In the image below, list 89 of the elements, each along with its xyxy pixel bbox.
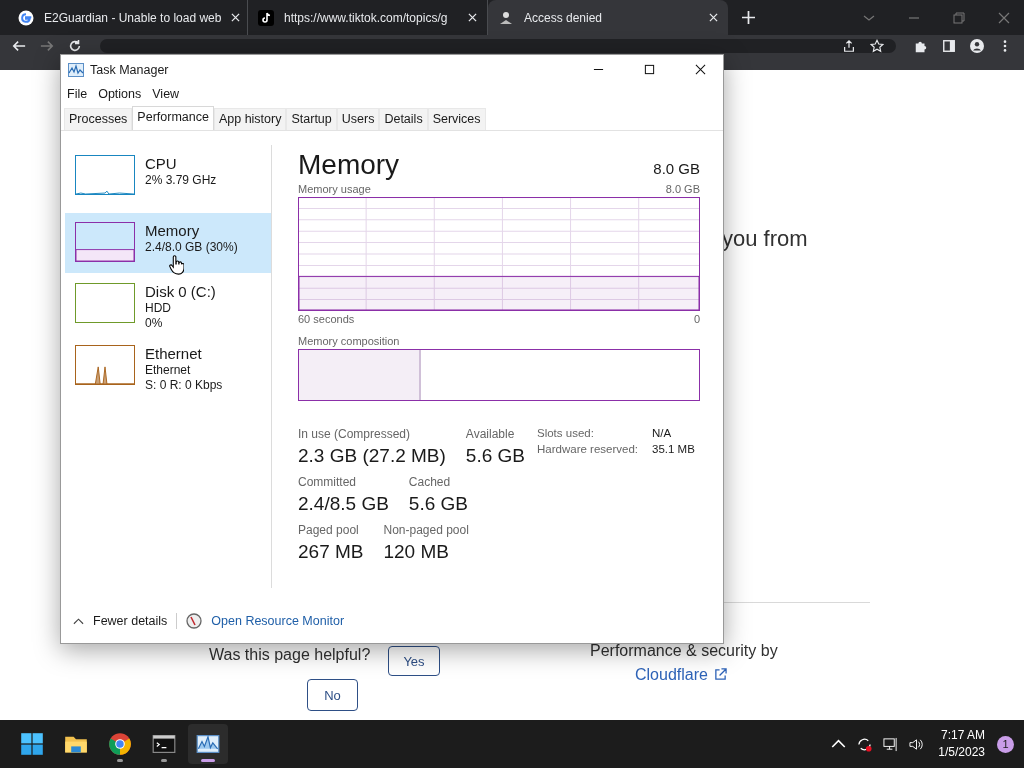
stat-value: 120 MB: [383, 541, 450, 563]
taskbar-app[interactable]: [188, 724, 228, 764]
resource-monitor-link[interactable]: Open Resource Monitor: [211, 614, 345, 628]
external-link-icon[interactable]: [714, 668, 727, 681]
chevron-up-icon[interactable]: [73, 617, 84, 625]
browser-tab[interactable]: Access denied: [488, 0, 728, 35]
close-icon[interactable]: [695, 64, 706, 75]
no-button[interactable]: No: [307, 679, 358, 711]
chrome-icon: [108, 732, 132, 756]
section-title: Memory: [298, 149, 400, 181]
new-tab-icon[interactable]: [742, 11, 755, 24]
graph-max: 8.0 GB: [665, 183, 700, 195]
menu-item[interactable]: View: [152, 87, 180, 101]
tab[interactable]: Details: [379, 108, 428, 130]
resource-name: CPU: [145, 155, 178, 172]
google-icon: [18, 9, 34, 26]
fewer-details-link[interactable]: Fewer details: [93, 614, 168, 628]
resource-item[interactable]: Disk 0 (C:) HDD 0%: [65, 279, 271, 335]
detail-label: Slots used:: [537, 427, 595, 439]
forward-icon[interactable]: [40, 39, 54, 53]
graph-label: Memory composition: [298, 335, 400, 347]
yes-button[interactable]: Yes: [388, 646, 440, 676]
window-title: Task Manager: [90, 62, 169, 77]
feedback-question: Was this page helpful?: [209, 646, 371, 664]
page-heading: you from: [722, 226, 808, 252]
axis-min: 0: [693, 313, 700, 325]
time: 7:17 AM: [940, 727, 985, 744]
menu-item[interactable]: Options: [98, 87, 142, 101]
resource-detail: Ethernet: [145, 363, 192, 377]
stat-label: Cached: [408, 475, 452, 489]
stat-label: Available: [465, 427, 516, 441]
resource-item[interactable]: Ethernet Ethernet S: 0 R: 0 Kbps: [65, 341, 271, 397]
terminal-icon: [152, 732, 176, 756]
resource-name: Memory: [145, 222, 201, 239]
graph-icon: [196, 732, 220, 756]
sync-icon[interactable]: [857, 736, 873, 752]
star-icon[interactable]: [870, 39, 884, 53]
puzzle-icon[interactable]: [914, 39, 928, 53]
menu-item[interactable]: File: [67, 87, 88, 101]
tab[interactable]: Startup: [286, 108, 337, 130]
side-panel-icon[interactable]: [942, 39, 956, 53]
resource-item[interactable]: Memory 2.4/8.0 GB (30%): [65, 213, 271, 273]
volume-icon[interactable]: [909, 736, 925, 752]
total-memory: 8.0 GB: [653, 160, 700, 177]
resource-name: Ethernet: [145, 345, 203, 362]
tab[interactable]: Users: [336, 108, 380, 130]
tab[interactable]: Services: [427, 108, 486, 130]
tab[interactable]: Performance: [132, 106, 214, 130]
stat-value: 267 MB: [298, 541, 364, 563]
tab[interactable]: Processes: [64, 108, 133, 130]
resource-detail: S: 0 R: 0 Kbps: [145, 378, 223, 392]
notification-badge[interactable]: 1: [997, 735, 1014, 753]
hand-pointer-icon: [169, 255, 184, 275]
date: 1/5/2023: [938, 744, 985, 761]
stat-label: Committed: [298, 475, 357, 489]
reload-icon[interactable]: [68, 39, 82, 53]
graph-label: Memory usage: [298, 183, 371, 195]
clock[interactable]: 7:17 AM 1/5/2023: [938, 727, 985, 761]
resource-detail: 2% 3.79 GHz: [145, 173, 217, 187]
gauge-icon[interactable]: [186, 613, 203, 629]
network-icon[interactable]: [883, 736, 899, 752]
stat-value: 2.3 GB (27.2 MB): [298, 445, 446, 467]
resource-detail: 0%: [145, 316, 164, 330]
resource-detail: 2.4/8.0 GB (30%): [145, 240, 238, 254]
stat-value: 5.6 GB: [465, 445, 525, 467]
share-icon[interactable]: [842, 39, 856, 53]
profile-icon[interactable]: [970, 39, 984, 53]
stat-label: Paged pool: [298, 523, 360, 537]
maximize-icon[interactable]: [644, 64, 655, 75]
detail-label: Hardware reserved:: [537, 443, 638, 455]
stat-value: 5.6 GB: [408, 493, 468, 515]
windows-icon: [20, 732, 44, 756]
resource-detail: HDD: [145, 301, 172, 315]
detail-value: 35.1 MB: [652, 443, 695, 455]
footer-text: Performance & security by: [590, 642, 778, 660]
stat-label: Non-paged pool: [383, 523, 469, 537]
resource-item[interactable]: CPU 2% 3.79 GHz: [65, 151, 271, 207]
graph-icon: [68, 62, 84, 77]
back-icon[interactable]: [12, 39, 26, 53]
music-note-icon: [258, 9, 274, 26]
stat-label: In use (Compressed): [298, 427, 412, 441]
figure-icon: [498, 9, 514, 26]
resource-name: Disk 0 (C:): [145, 283, 216, 300]
stat-value: 2.4/8.5 GB: [298, 493, 389, 515]
restore-icon[interactable]: [953, 11, 965, 24]
tab[interactable]: App history: [213, 108, 287, 130]
cloudflare-link[interactable]: Cloudflare: [635, 666, 708, 684]
time-axis-label: 60 seconds: [298, 313, 355, 325]
detail-value: N/A: [652, 427, 673, 439]
